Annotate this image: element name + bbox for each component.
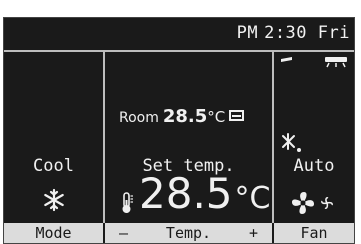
clock-ampm: PM <box>236 23 259 43</box>
set-temp-unit: °C <box>234 181 271 216</box>
temp-up-button[interactable]: + <box>249 223 258 243</box>
room-temp-value: 28.5 <box>162 106 208 127</box>
set-temp-display: 28.5°C <box>139 170 270 223</box>
snowflake-icon <box>44 188 64 212</box>
room-label: Room <box>119 110 159 126</box>
set-temp-value: 28.5 <box>139 169 233 218</box>
swing-icon <box>282 133 301 152</box>
temp-softkey-label: Temp. <box>165 224 212 242</box>
louver-icon <box>325 57 347 68</box>
clock: PM 2:30 Fri <box>237 23 350 43</box>
fan-speed-icon <box>321 197 333 209</box>
clock-day: Fri <box>317 23 350 43</box>
mode-softkey[interactable]: Mode <box>4 223 103 243</box>
room-temp-row: Room 28.5°C <box>119 106 245 127</box>
vane-icon <box>281 57 292 62</box>
thermometer-icon <box>122 192 133 213</box>
mode-panel: Cool <box>4 52 103 225</box>
status-bar: PM 2:30 Fri <box>4 18 354 52</box>
room-temp-unit: °C <box>207 108 226 126</box>
temp-softkey[interactable]: — Temp. + <box>105 223 272 243</box>
temperature-panel: Room 28.5°C Set temp. 28.5°C <box>105 52 272 225</box>
fan-panel: Auto <box>274 52 354 225</box>
fan-icon <box>292 192 314 214</box>
softkey-bar: Mode — Temp. + Fan <box>4 223 354 243</box>
controller-display: PM 2:30 Fri Cool Room 28.5°C Set temp. 2… <box>3 17 355 244</box>
clock-time: 2:30 <box>264 23 308 43</box>
temp-down-button[interactable]: — <box>119 223 128 243</box>
sensor-icon <box>229 110 245 121</box>
fan-softkey[interactable]: Fan <box>274 223 354 243</box>
mode-label: Cool <box>33 156 74 176</box>
fan-mode-label: Auto <box>293 156 335 176</box>
